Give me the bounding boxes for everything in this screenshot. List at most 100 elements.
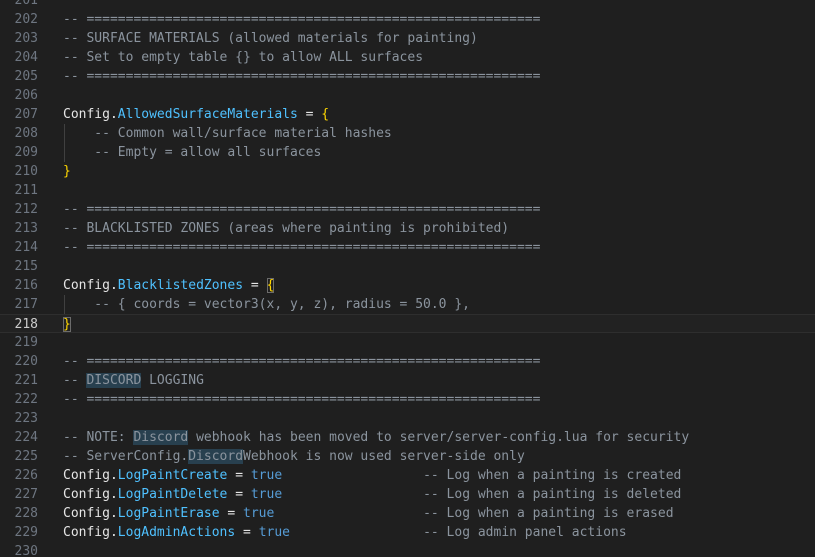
code-line[interactable]: 226 Config.LogPaintCreate = true -- Log w… [0, 466, 815, 485]
code-line[interactable]: 219 [0, 333, 815, 352]
line-number: 225 [14, 449, 38, 464]
code-token: true [250, 468, 283, 483]
code-line[interactable]: 214 -- ==================================… [0, 238, 815, 257]
code-token: -- NOTE: [63, 430, 134, 445]
code-token: -- Log when a painting is deleted [423, 487, 682, 502]
code-line[interactable]: 210} [0, 162, 815, 181]
code-line[interactable]: 208 -- Common wall/surface material hash… [0, 124, 815, 143]
code-text: Config.LogPaintErase = true -- Log when … [63, 504, 674, 523]
line-number: 213 [14, 221, 38, 236]
code-token: = [219, 506, 244, 521]
code-line[interactable]: 220 -- ==================================… [0, 352, 815, 371]
code-line[interactable]: 223 [0, 409, 815, 428]
code-line[interactable]: 227 Config.LogPaintDelete = true -- Log w… [0, 485, 815, 504]
code-line[interactable]: 203 -- SURFACE MATERIALS (allowed materia… [0, 29, 815, 48]
code-token: LogPaintCreate [117, 468, 228, 483]
line-number: 221 [14, 373, 38, 388]
code-text: -- NOTE: Discord webhook has been moved … [63, 428, 689, 447]
code-token: Config. [63, 487, 118, 502]
code-token: -- =====================================… [63, 12, 541, 27]
code-line[interactable]: 212 -- ==================================… [0, 200, 815, 219]
code-token: -- Log admin panel actions [423, 525, 627, 540]
code-line[interactable]: 213 -- BLACKLISTED ZONES (areas where pai… [0, 219, 815, 238]
code-line[interactable]: 201 [0, 0, 815, 10]
code-text: -- Empty = allow all surfaces [63, 143, 321, 162]
code-token: { [266, 278, 275, 293]
code-token: = [227, 468, 251, 483]
line-number: 212 [14, 202, 38, 217]
code-text: -- SURFACE MATERIALS (allowed materials … [63, 29, 478, 48]
code-line[interactable]: 211 [0, 181, 815, 200]
code-token: -- Set to empty table {} to allow ALL su… [63, 50, 424, 65]
code-line[interactable]: 217 -- { coords = vector3(x, y, z), radi… [0, 295, 815, 314]
line-number: 208 [14, 126, 38, 141]
code-text: -- =====================================… [63, 200, 540, 219]
line-number: 224 [14, 430, 38, 445]
line-number: 206 [14, 88, 38, 103]
code-text: Config.BlacklistedZones = { [63, 276, 275, 295]
code-token: Config. [63, 525, 118, 540]
code-token: true [258, 525, 290, 540]
code-line[interactable]: 218} [0, 314, 815, 333]
code-token: -- [63, 373, 87, 388]
code-line[interactable]: 225 -- ServerConfig.DiscordWebhook is now… [0, 447, 815, 466]
code-text: -- BLACKLISTED ZONES (areas where painti… [63, 219, 509, 238]
line-number: 226 [14, 468, 38, 483]
code-token: = [243, 278, 267, 293]
code-text: Config.LogPaintDelete = true -- Log when… [63, 485, 681, 504]
line-number: 228 [14, 506, 38, 521]
code-token: -- =====================================… [63, 69, 541, 84]
code-token: } [63, 164, 71, 179]
line-number: 230 [14, 544, 38, 557]
code-line[interactable]: 205 -- ==================================… [0, 67, 815, 86]
code-line[interactable]: 215 [0, 257, 815, 276]
code-token: true [250, 487, 283, 502]
line-number: 222 [14, 392, 38, 407]
code-text: Config.LogPaintCreate = true -- Log when… [63, 466, 681, 485]
code-text: -- { coords = vector3(x, y, z), radius =… [63, 295, 470, 314]
code-line[interactable]: 222 -- ==================================… [0, 390, 815, 409]
code-text: -- =====================================… [63, 390, 540, 409]
line-number: 202 [14, 12, 38, 27]
code-token: -- Common wall/surface material hashes [63, 126, 392, 141]
code-text: -- =====================================… [63, 352, 540, 371]
code-token: AllowedSurfaceMaterials [117, 107, 298, 122]
code-text: -- Common wall/surface material hashes [63, 124, 392, 143]
line-number: 215 [14, 259, 38, 274]
code-token: -- ServerConfig. [63, 449, 189, 464]
code-token: DISCORD [86, 373, 142, 388]
code-text: -- ServerConfig.DiscordWebhook is now us… [63, 447, 525, 466]
code-line[interactable]: 229 Config.LogAdminActions = true -- Log … [0, 523, 815, 542]
code-token: LogPaintErase [117, 506, 220, 521]
code-text: -- DISCORD LOGGING [63, 371, 204, 390]
code-text: -- Set to empty table {} to allow ALL su… [63, 48, 423, 67]
code-line[interactable]: 228 Config.LogPaintErase = true -- Log wh… [0, 504, 815, 523]
code-editor[interactable]: 201 202 -- ===============================… [0, 0, 815, 557]
code-line[interactable]: 207 Config.AllowedSurfaceMaterials = { [0, 105, 815, 124]
code-token: Config. [63, 468, 118, 483]
code-token: = [235, 525, 259, 540]
line-number: 204 [14, 50, 38, 65]
code-token: true [243, 506, 275, 521]
code-text: Config.AllowedSurfaceMaterials = { [63, 105, 329, 124]
code-line[interactable]: 221 -- DISCORD LOGGING [0, 371, 815, 390]
code-text: -- =====================================… [63, 10, 540, 29]
code-line[interactable]: 202 -- ==================================… [0, 10, 815, 29]
code-text: -- =====================================… [63, 238, 540, 257]
code-line[interactable]: 204 -- Set to empty table {} to allow ALL… [0, 48, 815, 67]
code-token: -- SURFACE MATERIALS (allowed materials … [63, 31, 478, 46]
code-token: LogAdminActions [117, 525, 236, 540]
line-number: 220 [14, 354, 38, 369]
code-line[interactable]: 216 Config.BlacklistedZones = { [0, 276, 815, 295]
code-line[interactable]: 209 -- Empty = allow all surfaces [0, 143, 815, 162]
code-token: Config. [63, 107, 118, 122]
code-line[interactable]: 224 -- NOTE: Discord webhook has been mov… [0, 428, 815, 447]
code-token: { [321, 107, 330, 122]
code-line[interactable]: 230 [0, 542, 815, 557]
code-token: LOGGING [141, 373, 204, 388]
code-token: -- =====================================… [63, 392, 541, 407]
code-line[interactable]: 206 [0, 86, 815, 105]
line-number: 217 [14, 297, 38, 312]
